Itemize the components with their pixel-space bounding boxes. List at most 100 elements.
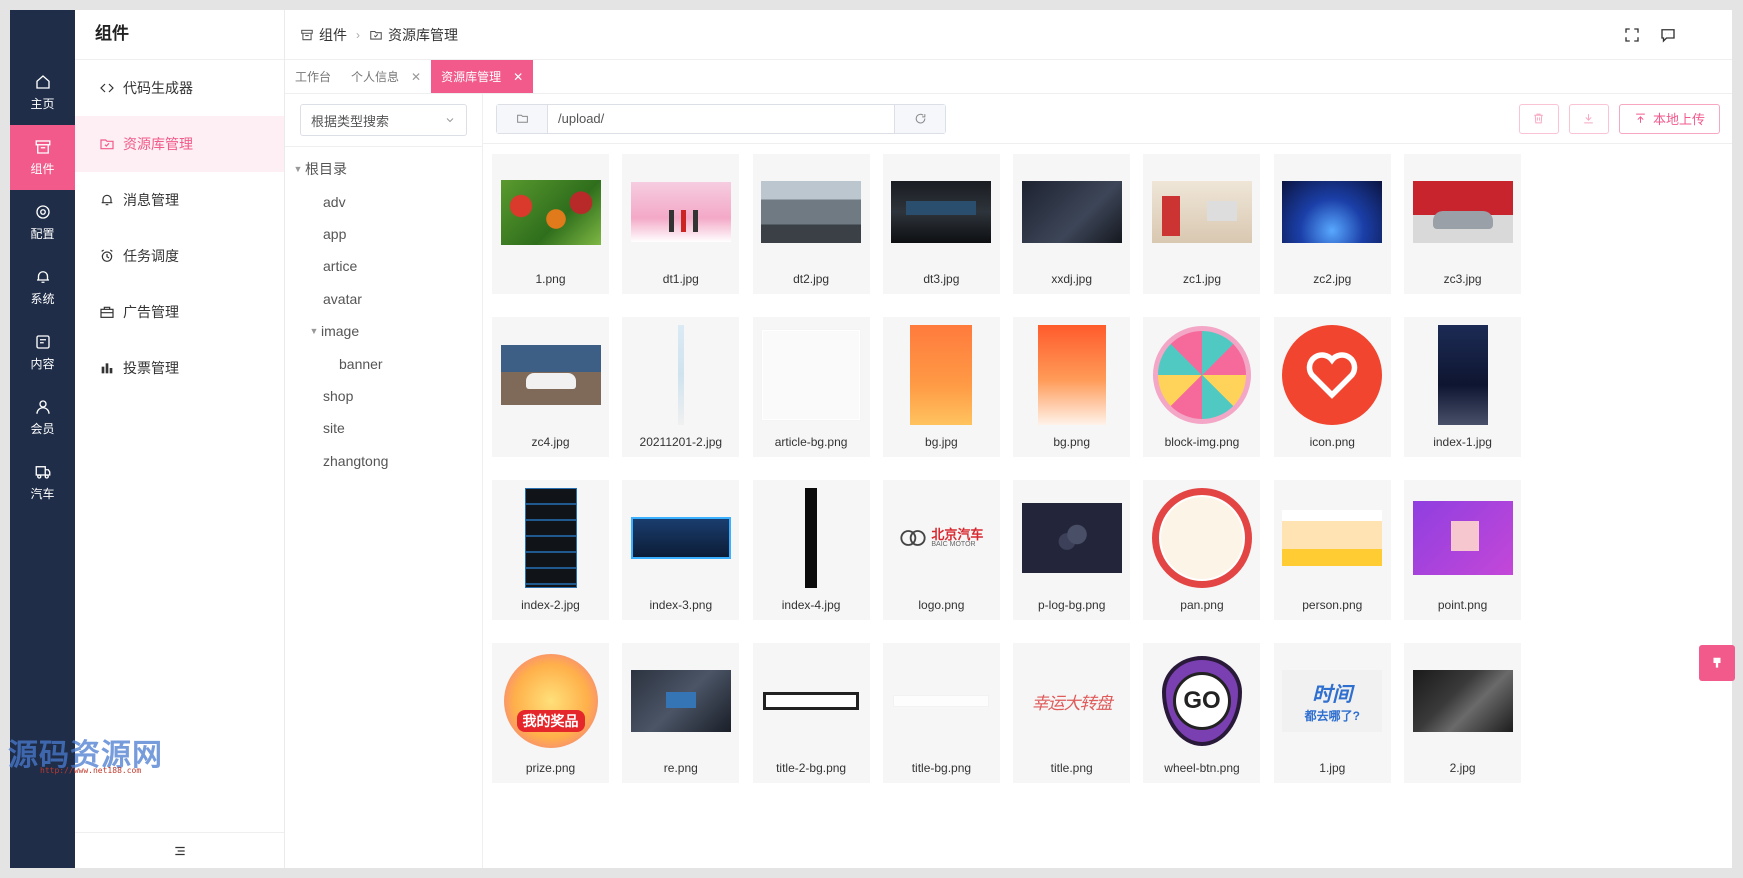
- file-card[interactable]: index-4.jpg: [752, 480, 870, 620]
- file-card[interactable]: 幸运大转盘 title.png: [1013, 643, 1131, 783]
- tree-node-root[interactable]: ▼ 根目录: [285, 153, 482, 185]
- chat-icon[interactable]: [1659, 26, 1677, 44]
- file-thumbnail: [500, 325, 601, 425]
- box-icon: [301, 29, 313, 40]
- tree-node-label: zhangtong: [323, 452, 389, 469]
- sidebar-item-system[interactable]: 系统: [10, 255, 75, 320]
- file-card[interactable]: title-bg.png: [882, 643, 1000, 783]
- tree-node[interactable]: avatar: [285, 283, 482, 315]
- file-card[interactable]: title-2-bg.png: [752, 643, 870, 783]
- file-name: dt3.jpg: [923, 272, 960, 286]
- type-search-select[interactable]: 根据类型搜索: [300, 104, 467, 136]
- file-card[interactable]: 北京汽车 BAIC MOTOR logo.png: [882, 480, 1000, 620]
- file-card[interactable]: index-1.jpg: [1404, 317, 1522, 457]
- file-card[interactable]: bg.png: [1013, 317, 1131, 457]
- file-card[interactable]: block-img.png: [1143, 317, 1261, 457]
- file-card[interactable]: index-3.png: [622, 480, 740, 620]
- fullscreen-icon[interactable]: [1623, 26, 1641, 44]
- file-card[interactable]: xxdj.jpg: [1013, 154, 1131, 294]
- file-card[interactable]: zc1.jpg: [1143, 154, 1261, 294]
- file-card[interactable]: bg.jpg: [882, 317, 1000, 457]
- sidebar-item-config[interactable]: 配置: [10, 190, 75, 255]
- path-input[interactable]: [547, 104, 895, 133]
- file-thumbnail: [1413, 325, 1513, 425]
- prize-label: 我的奖品: [516, 710, 585, 732]
- tree-node[interactable]: app: [285, 218, 482, 250]
- file-card[interactable]: 时间 都去哪了? 1.jpg: [1273, 643, 1391, 783]
- bell-icon: [36, 271, 49, 283]
- file-card[interactable]: GO wheel-btn.png: [1143, 643, 1261, 783]
- file-card[interactable]: dt3.jpg: [882, 154, 1000, 294]
- sidebar-item-label: 主页: [30, 97, 55, 111]
- breadcrumb-item[interactable]: 资源库管理: [369, 25, 458, 45]
- bar-chart-icon: [101, 363, 113, 374]
- tree-node[interactable]: artice: [285, 250, 482, 282]
- tab-profile[interactable]: 个人信息 ✕: [341, 60, 431, 93]
- sidebar-item-members[interactable]: 会员: [10, 385, 75, 450]
- tree-node[interactable]: zhangtong: [285, 445, 482, 477]
- breadcrumb-item[interactable]: 组件: [300, 25, 347, 45]
- sidebar-item-cars[interactable]: 汽车: [10, 450, 75, 515]
- tree-node-label: avatar: [323, 290, 362, 307]
- delete-button[interactable]: [1518, 103, 1559, 134]
- file-card[interactable]: 20211201-2.jpg: [622, 317, 740, 457]
- refresh-icon: [915, 113, 925, 124]
- tab-resource-library[interactable]: 资源库管理 ✕: [431, 60, 534, 93]
- files-panel: 本地上传 1.png dt1.jpg dt2.jpg dt3.jpg xxdj.jpg z…: [483, 94, 1732, 868]
- submenu-item-voting[interactable]: 投票管理: [75, 340, 284, 396]
- caret-down-icon[interactable]: ▼: [307, 326, 321, 336]
- file-card[interactable]: index-2.jpg: [492, 480, 609, 620]
- file-card[interactable]: zc4.jpg: [492, 317, 609, 457]
- document-icon: [35, 335, 50, 349]
- submenu-item-code-generator[interactable]: 代码生成器: [75, 60, 284, 116]
- floating-theme-button[interactable]: [1699, 645, 1735, 681]
- file-card[interactable]: pan.png: [1143, 480, 1261, 620]
- file-card[interactable]: re.png: [622, 643, 740, 783]
- file-card[interactable]: zc2.jpg: [1273, 154, 1391, 294]
- tree-node[interactable]: shop: [285, 380, 482, 412]
- folder-check-icon: [100, 139, 114, 150]
- submenu-item-messages[interactable]: 消息管理: [75, 172, 284, 228]
- sidebar-item-components[interactable]: 组件: [10, 125, 75, 190]
- file-card[interactable]: icon.png: [1273, 317, 1391, 457]
- submenu-item-label: 任务调度: [123, 248, 179, 264]
- file-thumbnail: [1412, 162, 1513, 262]
- tree-node[interactable]: banner: [285, 347, 482, 379]
- local-upload-button[interactable]: 本地上传: [1618, 103, 1720, 134]
- file-name: prize.png: [525, 761, 576, 775]
- collapse-menu-button[interactable]: [75, 832, 284, 868]
- upload-label: 本地上传: [1652, 112, 1705, 127]
- submenu-item-resource-library[interactable]: 资源库管理: [75, 116, 284, 172]
- file-grid: 1.png dt1.jpg dt2.jpg dt3.jpg xxdj.jpg zc1.jp…: [483, 144, 1732, 868]
- folder-button[interactable]: [497, 104, 547, 133]
- file-card[interactable]: dt2.jpg: [752, 154, 870, 294]
- upload-icon: [1636, 113, 1645, 123]
- caret-down-icon[interactable]: ▼: [291, 164, 305, 174]
- tree-node[interactable]: adv: [285, 185, 482, 217]
- tree-node[interactable]: site: [285, 412, 482, 444]
- file-card[interactable]: point.png: [1404, 480, 1522, 620]
- file-card[interactable]: zc3.jpg: [1404, 154, 1522, 294]
- file-card[interactable]: 我的奖品 prize.png: [492, 643, 609, 783]
- sidebar-item-home[interactable]: 主页: [10, 60, 75, 125]
- file-card[interactable]: article-bg.png: [752, 317, 870, 457]
- tree-node-image[interactable]: ▼ image: [285, 315, 482, 347]
- file-card[interactable]: 1.png: [492, 154, 609, 294]
- file-card[interactable]: dt1.jpg: [622, 154, 740, 294]
- file-thumbnail: 我的奖品: [501, 651, 601, 751]
- file-card[interactable]: 2.jpg: [1404, 643, 1522, 783]
- submenu-item-scheduler[interactable]: 任务调度: [75, 228, 284, 284]
- download-button[interactable]: [1568, 103, 1609, 134]
- close-icon[interactable]: ✕: [513, 70, 523, 84]
- submenu-item-label: 消息管理: [123, 192, 179, 208]
- file-card[interactable]: person.png: [1273, 480, 1391, 620]
- refresh-button[interactable]: [895, 104, 945, 133]
- file-card[interactable]: p-log-bg.png: [1013, 480, 1131, 620]
- close-icon[interactable]: ✕: [411, 70, 421, 84]
- file-thumbnail: [630, 162, 731, 262]
- file-name: dt1.jpg: [662, 272, 699, 286]
- sidebar-item-content[interactable]: 内容: [10, 320, 75, 385]
- submenu-item-ads[interactable]: 广告管理: [75, 284, 284, 340]
- file-name: xxdj.jpg: [1051, 272, 1093, 286]
- tab-workbench[interactable]: 工作台: [285, 60, 341, 93]
